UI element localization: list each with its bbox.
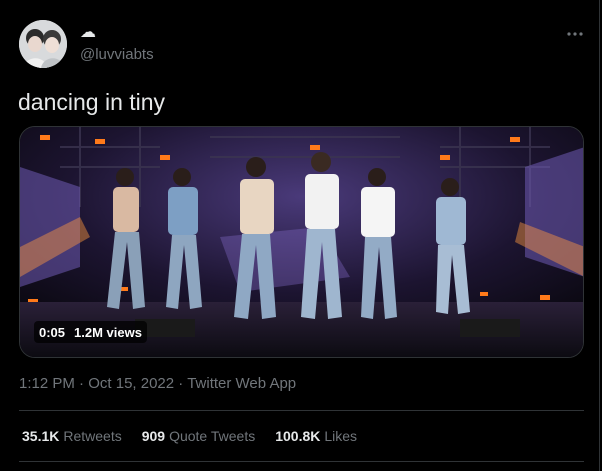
display-name[interactable]: ☁ bbox=[80, 25, 96, 41]
more-options-button[interactable] bbox=[565, 24, 585, 44]
tweet-metadata: 1:12 PM · Oct 15, 2022 · Twitter Web App bbox=[19, 375, 296, 392]
tweet-source[interactable]: Twitter Web App bbox=[187, 375, 296, 392]
quote-tweets-stat[interactable]: 909 Quote Tweets bbox=[142, 428, 256, 444]
likes-count: 100.8K bbox=[275, 428, 321, 444]
avatar[interactable] bbox=[19, 20, 67, 68]
retweets-count: 35.1K bbox=[22, 428, 60, 444]
meta-separator: · bbox=[79, 375, 85, 392]
likes-label: Likes bbox=[324, 428, 358, 444]
meta-separator: · bbox=[178, 375, 184, 392]
video-player[interactable]: 0:05 1.2M views bbox=[19, 126, 584, 358]
engagement-stats: 35.1K Retweets 909 Quote Tweets 100.8K Like… bbox=[22, 428, 357, 444]
video-views: 1.2M views bbox=[74, 324, 142, 340]
retweets-label: Retweets bbox=[63, 428, 122, 444]
divider bbox=[19, 461, 584, 462]
quotes-count: 909 bbox=[141, 428, 166, 444]
retweets-stat[interactable]: 35.1K Retweets bbox=[22, 428, 122, 444]
quotes-label: Quote Tweets bbox=[169, 428, 256, 444]
likes-stat[interactable]: 100.8K Likes bbox=[275, 428, 357, 444]
more-horizontal-icon bbox=[567, 32, 583, 36]
video-info-badge: 0:05 1.2M views bbox=[34, 321, 147, 343]
video-duration: 0:05 bbox=[39, 324, 66, 340]
tweet-text: dancing in tiny bbox=[18, 89, 166, 115]
tweet-time[interactable]: 1:12 PM bbox=[19, 375, 75, 392]
username[interactable]: @luvviabts bbox=[80, 46, 154, 63]
tweet-detail: ☁ @luvviabts dancing in tiny 0:05 1.2M v… bbox=[0, 0, 600, 471]
tweet-date[interactable]: Oct 15, 2022 bbox=[88, 375, 174, 392]
divider bbox=[19, 410, 584, 411]
